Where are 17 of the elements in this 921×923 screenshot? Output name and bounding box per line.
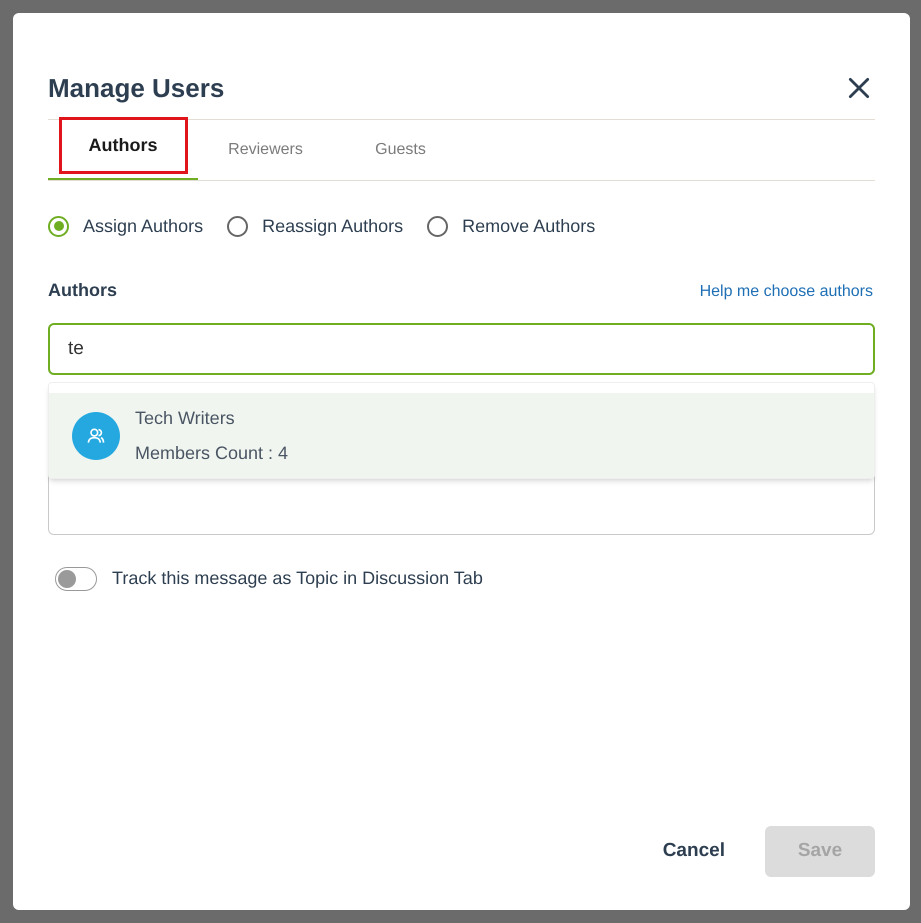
track-toggle[interactable] bbox=[55, 566, 97, 590]
radio-option[interactable]: Remove Authors bbox=[427, 212, 596, 240]
group-name: Tech Writers bbox=[135, 406, 236, 430]
radio-option[interactable]: Reassign Authors bbox=[227, 212, 404, 240]
member-count: Members Count : 4 bbox=[135, 442, 288, 464]
toggle-label: Track this message as Topic in Discussion Tab bbox=[112, 567, 483, 590]
close-icon[interactable] bbox=[846, 75, 872, 101]
authors-input-field[interactable]: te bbox=[48, 323, 875, 375]
help-link[interactable]: Help me choose authors bbox=[700, 280, 873, 304]
suggestion-item[interactable]: Tech Writers Members Count : 4 bbox=[49, 393, 874, 478]
dialog-title: Manage Users bbox=[48, 72, 224, 104]
tab[interactable]: Guests bbox=[333, 120, 468, 180]
cancel-button[interactable]: Cancel bbox=[662, 826, 725, 877]
field-label: Authors bbox=[48, 279, 117, 302]
radio-option[interactable]: Assign Authors bbox=[48, 212, 204, 240]
tab[interactable]: Reviewers bbox=[198, 120, 333, 180]
group-icon bbox=[72, 412, 120, 460]
